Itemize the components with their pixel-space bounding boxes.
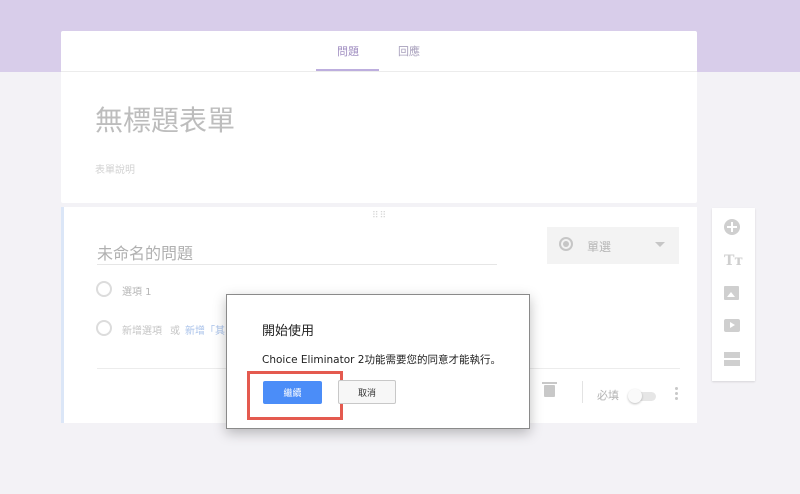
add-section-icon[interactable] <box>724 352 742 370</box>
add-option-link[interactable]: 新增選項 <box>122 322 162 337</box>
add-title-icon[interactable]: Tт <box>724 252 743 270</box>
question-type-label: 單選 <box>587 240 612 254</box>
dialog-message: Choice Eliminator 2功能需要您的同意才能執行。 <box>262 354 501 366</box>
required-toggle[interactable] <box>628 389 658 403</box>
add-video-icon[interactable] <box>724 319 742 337</box>
or-text: 或 <box>170 326 180 337</box>
active-tab-indicator <box>316 69 379 71</box>
add-image-icon[interactable] <box>724 286 742 304</box>
required-label: 必填 <box>597 389 619 402</box>
option-radio <box>96 281 112 297</box>
tab-questions[interactable]: 問題 <box>337 43 359 59</box>
cancel-button[interactable]: 取消 <box>338 380 396 404</box>
radio-type-icon <box>559 237 573 251</box>
dropdown-arrow-icon <box>655 242 665 247</box>
add-option-radio <box>96 320 112 336</box>
add-question-icon[interactable] <box>724 219 742 237</box>
drag-handle-icon[interactable]: ⠿⠿ <box>372 211 387 221</box>
option-label[interactable]: 選項 1 <box>122 283 152 298</box>
footer-separator <box>582 381 583 403</box>
continue-button[interactable]: 繼續 <box>263 381 322 404</box>
dialog-title: 開始使用 <box>262 324 315 339</box>
consent-dialog: 開始使用 Choice Eliminator 2功能需要您的同意才能執行。 繼續… <box>226 294 530 429</box>
form-description[interactable]: 表單說明 <box>95 161 135 176</box>
tab-bar: 問題 回應 <box>61 31 697 72</box>
form-title[interactable]: 無標題表單 <box>95 99 235 139</box>
tab-responses[interactable]: 回應 <box>398 43 420 59</box>
question-type-dropdown[interactable]: 單選 <box>547 227 679 264</box>
more-options-icon[interactable] <box>675 387 679 403</box>
question-title[interactable]: 未命名的問題 <box>97 240 497 265</box>
delete-icon[interactable] <box>542 382 557 397</box>
form-header-card: 問題 回應 無標題表單 表單說明 <box>61 31 697 203</box>
add-other-link[interactable]: 新增「其 <box>185 322 225 337</box>
side-toolbar: Tт <box>712 208 755 381</box>
toggle-knob <box>628 389 642 403</box>
